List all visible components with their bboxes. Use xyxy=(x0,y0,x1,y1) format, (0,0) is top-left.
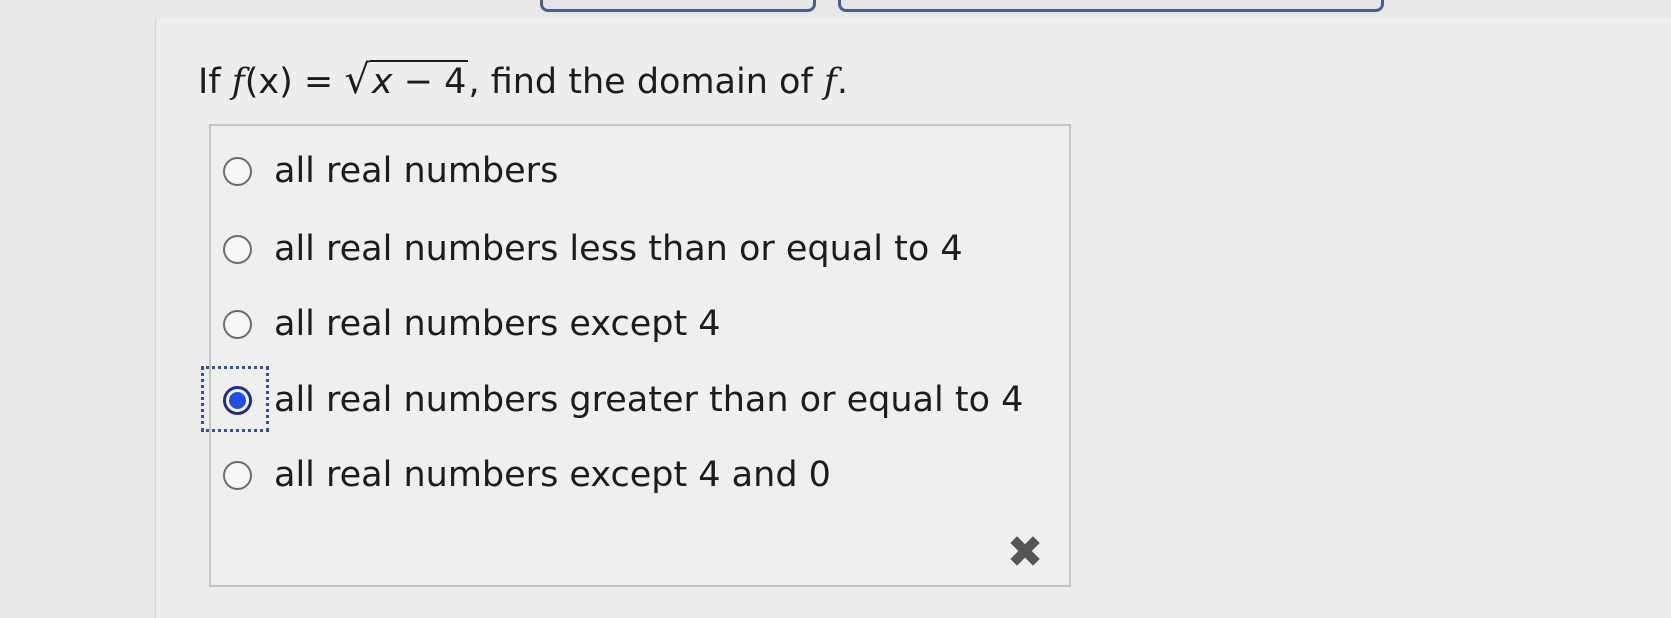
focus-ring xyxy=(201,366,269,432)
function-name: f xyxy=(231,62,245,102)
answer-choices-box: all real numbers all real numbers less t… xyxy=(201,124,1071,587)
choice-label-0[interactable]: all real numbers xyxy=(274,145,558,197)
radio-wrap-4[interactable] xyxy=(211,449,263,501)
question-suffix: , find the domain of xyxy=(468,62,824,102)
question-text: If f(x) = √x − 4, find the domain of f. xyxy=(198,56,848,106)
top-tab-right[interactable] xyxy=(838,0,1384,12)
radicand-var: x xyxy=(371,62,393,102)
radio-wrap-2[interactable] xyxy=(211,298,263,350)
radio-button-4[interactable] xyxy=(222,460,252,490)
domain-var: f xyxy=(823,62,837,102)
top-tab-left[interactable] xyxy=(540,0,816,12)
radio-button-1[interactable] xyxy=(222,234,252,264)
question-end: . xyxy=(836,62,848,102)
square-root-icon: √ xyxy=(344,57,370,103)
radio-wrap-0[interactable] xyxy=(211,145,263,197)
x-mark-icon: ✖ xyxy=(1006,527,1044,578)
choice-label-1[interactable]: all real numbers less than or equal to 4 xyxy=(274,223,963,275)
radio-button-0[interactable] xyxy=(222,156,252,186)
choice-label-4[interactable]: all real numbers except 4 and 0 xyxy=(274,449,831,501)
radicand-rest: − 4 xyxy=(392,62,467,102)
radio-button-2[interactable] xyxy=(222,309,252,339)
radicand: x − 4 xyxy=(369,60,469,102)
radio-wrap-1[interactable] xyxy=(211,223,263,275)
choice-label-2[interactable]: all real numbers except 4 xyxy=(274,298,721,350)
question-prefix: If xyxy=(198,62,232,102)
choice-label-3[interactable]: all real numbers greater than or equal t… xyxy=(274,374,1023,426)
radio-wrap-3[interactable] xyxy=(201,366,269,432)
function-arg: (x) = xyxy=(244,62,345,102)
